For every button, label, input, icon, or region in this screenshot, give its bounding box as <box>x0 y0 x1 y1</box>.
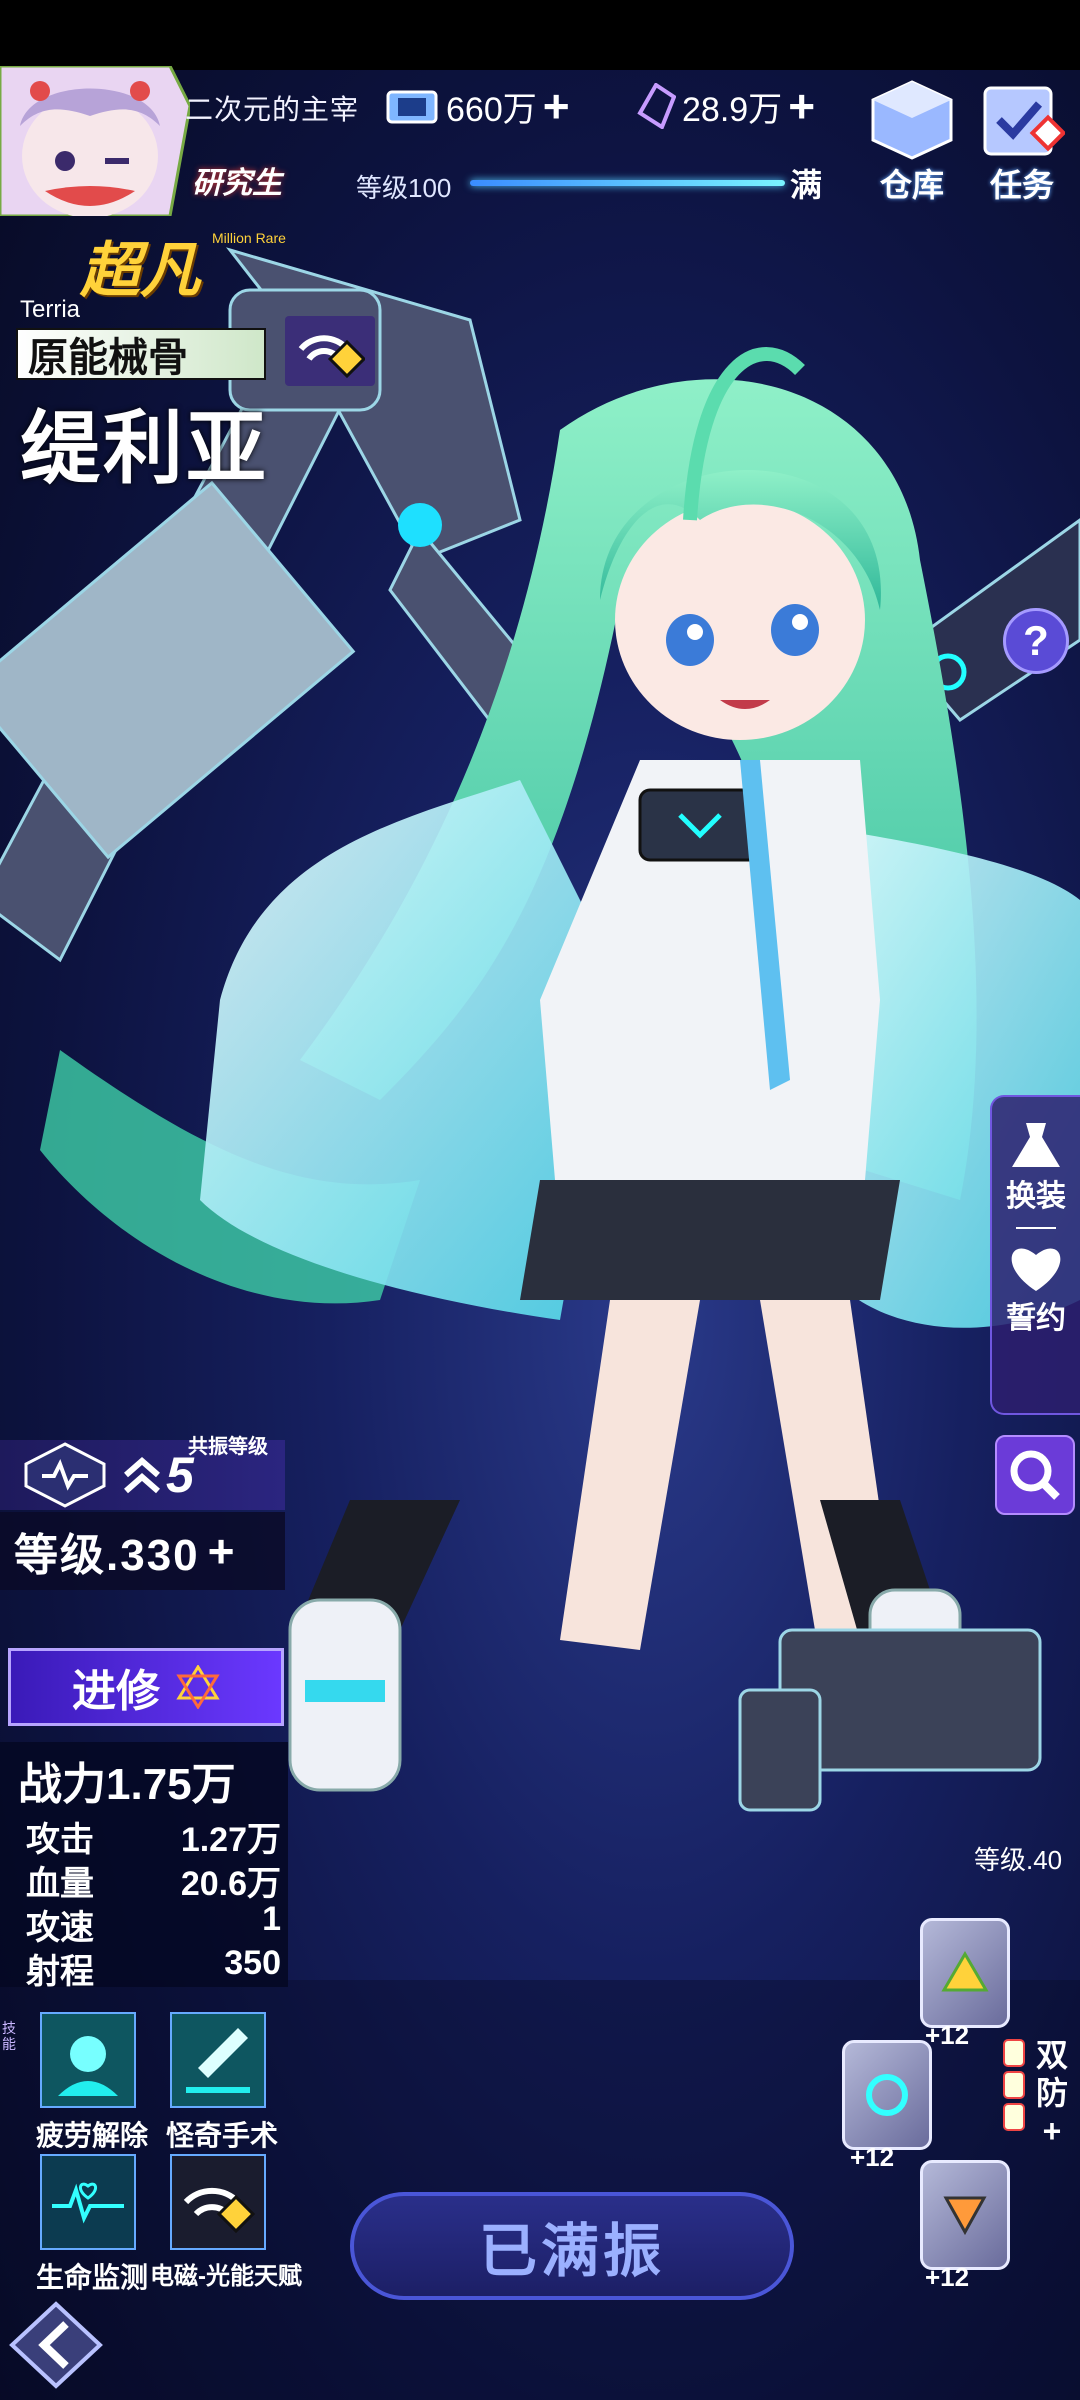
full-resonance-button[interactable]: 已满振 <box>350 2192 794 2300</box>
equipment-3-plus: +12 <box>925 2262 970 2292</box>
stat-row: 攻速 1 <box>26 1900 281 1949</box>
cube-icon <box>871 80 953 160</box>
player-level-label: 等级100 <box>356 173 452 203</box>
advance-button[interactable]: 进修 <box>8 1648 284 1726</box>
dress-icon <box>1012 1123 1060 1167</box>
stat-value: 1 <box>262 1900 281 1938</box>
skill-1-label: 疲劳解除 <box>35 2120 148 2151</box>
status-bar <box>0 0 1080 70</box>
wifi-talent-icon <box>170 2154 266 2250</box>
skill-2[interactable] <box>170 2012 266 2108</box>
player-name: 二次元的主宰 <box>185 94 360 125</box>
add-ticket-button[interactable]: + <box>543 83 570 129</box>
equipment-slot-3[interactable] <box>920 2160 1010 2270</box>
gear-down-icon <box>920 2160 1010 2270</box>
equipment-2-plus: +12 <box>850 2142 895 2172</box>
class-wifi-icon[interactable] <box>285 316 375 386</box>
character-en-name: Terria <box>20 296 81 323</box>
add-crystal-button[interactable]: + <box>788 83 815 129</box>
fatigue-relief-icon <box>40 2012 136 2108</box>
oath-label: 誓约 <box>1006 1302 1066 1335</box>
dual-defense-icons <box>1000 2036 1028 2136</box>
checklist-icon <box>983 86 1065 156</box>
advance-label: 进修 <box>72 1667 160 1716</box>
back-button[interactable] <box>8 2300 104 2390</box>
stat-name: 攻速 <box>26 1909 94 1947</box>
skill-1[interactable] <box>40 2012 136 2108</box>
avatar[interactable] <box>0 64 192 218</box>
task-label: 任务 <box>989 167 1054 203</box>
gear-triangle-icon <box>920 1918 1010 2028</box>
crystal-icon <box>637 83 676 129</box>
combat-power: 战力1.75万 <box>18 1760 236 1809</box>
full-resonance-label: 已满振 <box>478 2219 665 2284</box>
skill-4-label: 电磁-光能天赋 <box>150 2263 302 2290</box>
skills-side-label: 技能 <box>2 2020 16 2052</box>
dual-defense[interactable]: 双防 + <box>1030 2036 1074 2150</box>
outfit-label: 换装 <box>1006 1180 1066 1213</box>
task-button[interactable]: 任务 <box>972 76 1072 206</box>
rank-chevron-icon <box>124 1457 160 1494</box>
surgery-icon <box>170 2012 266 2108</box>
character-class: 原能械骨 <box>16 328 266 380</box>
player-level-max: 满 <box>790 167 823 203</box>
skill-4[interactable] <box>170 2154 266 2250</box>
outfit-button[interactable]: 换装 <box>1006 1121 1066 1215</box>
level-up-button[interactable]: + <box>208 1528 237 1574</box>
dual-defense-label: 双防 <box>1035 2037 1068 2111</box>
stat-value: 350 <box>224 1944 281 1982</box>
heart-monitor-icon <box>24 1442 106 1508</box>
player-rank: 研究生 <box>192 167 282 200</box>
player-level-fill <box>470 180 785 186</box>
ticket-icon <box>386 90 438 124</box>
currency-ticket: 660万 + <box>386 83 570 129</box>
side-divider <box>1016 1227 1056 1229</box>
currency-crystal-value: 28.9万 <box>682 90 783 129</box>
stat-name: 攻击 <box>26 1821 94 1859</box>
search-button[interactable] <box>995 1435 1075 1515</box>
gear-circle-icon <box>842 2040 932 2150</box>
warehouse-button[interactable]: 仓库 <box>862 76 962 206</box>
skill-2-label: 怪奇手术 <box>165 2120 278 2151</box>
side-panel: 换装 誓约 <box>990 1095 1080 1415</box>
star-of-david-icon <box>176 1665 220 1709</box>
resonance-label: 共振等级 <box>188 1436 268 1458</box>
skills-grid: 疲劳解除 怪奇手术 生命监测 电磁-光能天赋 <box>20 2010 302 2293</box>
rarity-sub-label: Million Rare <box>212 230 286 246</box>
equipment-level: 等级.40 <box>974 1845 1063 1875</box>
player-level-track <box>470 180 785 186</box>
oath-button[interactable]: 誓约 <box>1006 1241 1066 1337</box>
stat-name: 射程 <box>26 1953 94 1991</box>
stat-value: 20.6万 <box>180 1865 281 1903</box>
heartbeat-icon <box>40 2154 136 2250</box>
warehouse-label: 仓库 <box>879 167 944 203</box>
currency-ticket-value: 660万 <box>446 90 537 129</box>
back-arrow-icon <box>9 2301 103 2389</box>
character-class-label: 原能械骨 <box>28 336 188 380</box>
search-icon <box>1010 1450 1060 1500</box>
question-icon: ? <box>1023 617 1049 664</box>
equipment-slot-1[interactable] <box>920 1918 1010 2028</box>
help-button[interactable]: ? <box>1003 608 1069 674</box>
character-level-text: 等级.330 <box>14 1531 200 1580</box>
equipment-slot-2[interactable] <box>842 2040 932 2150</box>
character-name: 缇利亚 <box>20 404 269 493</box>
heart-icon <box>1011 1248 1061 1291</box>
stat-row: 血量 20.6万 <box>26 1856 281 1905</box>
stat-name: 血量 <box>26 1865 94 1903</box>
dual-defense-plus: + <box>1042 2113 1062 2149</box>
stat-value: 1.27万 <box>180 1821 281 1859</box>
skill-3[interactable] <box>40 2154 136 2250</box>
currency-crystal: 28.9万 + <box>636 83 815 129</box>
rarity-label: 超凡 <box>80 237 200 304</box>
character-level: 等级.330 + <box>0 1512 285 1590</box>
stat-row: 射程 350 <box>26 1944 281 1993</box>
stat-row: 攻击 1.27万 <box>26 1812 281 1861</box>
skill-3-label: 生命监测 <box>35 2262 148 2293</box>
